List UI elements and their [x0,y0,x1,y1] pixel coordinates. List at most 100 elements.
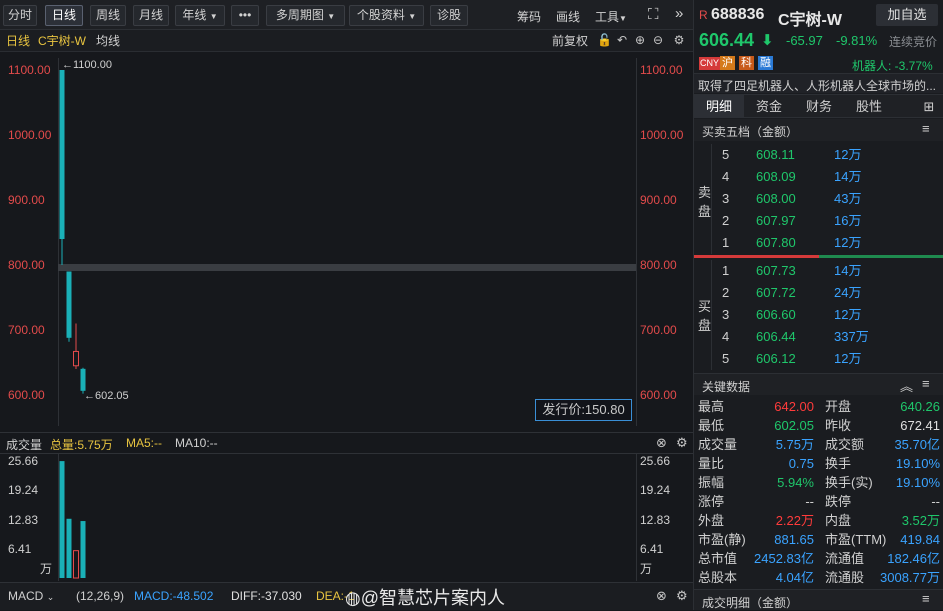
macd-params: (12,26,9) [76,589,125,603]
keydata-value: 602.05 [774,418,814,433]
sell-level: 2 [722,213,730,228]
tag-margin: 融 [758,56,773,70]
keydata-label: 成交额 [825,437,865,452]
keydata-value: 2452.83亿 [754,551,814,566]
price-pct: -9.81% [836,33,878,48]
tag-cny: CNY [699,57,721,70]
keydata-label: 总股本 [698,570,738,585]
menu-icon[interactable]: ≡ [922,376,930,391]
tab-finance[interactable]: 财务 [794,95,844,118]
keydata-header: 关键数据 ︽ ≡ [694,373,943,395]
macd-dropdown[interactable]: MACD ⌄ [8,589,54,603]
keydata-label: 涨停 [698,494,725,509]
sell-row[interactable]: 5 608.11 12万 [694,144,943,166]
sell-row[interactable]: 4 608.09 14万 [694,166,943,188]
buy-level: 4 [722,329,730,344]
y-tick-label: 900.00 [640,193,677,207]
keydata-value: 642.00 [774,399,814,414]
keydata-label: 振幅 [698,475,725,490]
watermark-text: @智慧芯片案内人 [360,588,505,608]
macd-diff: DIFF:-37.030 [231,589,302,603]
keydata-value: 35.70亿 [894,437,940,452]
weibo-icon: ◍ [345,588,361,608]
keydata-value: 3008.77万 [880,570,940,585]
menu-icon[interactable]: ≡ [922,591,930,606]
chevron-down-icon: ⌄ [46,592,55,602]
desc-bar[interactable]: 取得了四足机器人、人形机器人全球市场的... [694,73,943,93]
menu-icon[interactable]: ≡ [922,121,930,136]
y-tick-label: 700.00 [640,323,677,337]
volume-bar[interactable] [59,461,65,578]
volume-tick-label: 12.83 [640,512,671,527]
buy-level: 2 [722,285,730,300]
trade-detail-title: 成交明细（金额） [702,596,799,610]
keydata-value: 19.10% [895,456,940,471]
sell-price: 607.80 [756,235,796,250]
buy-volume: 12万 [834,307,862,322]
gear-icon[interactable]: ⚙ [676,588,688,604]
sector-change[interactable]: 机器人: -3.77% [852,57,933,74]
keydata-title: 关键数据 [702,380,751,394]
y-tick-label: 1100.00 [8,63,51,77]
current-price: 606.44 [699,30,755,50]
keydata-label: 量比 [698,456,725,471]
sell-row[interactable]: 2 607.97 16万 [694,210,943,232]
keydata-label: 内盘 [825,513,852,528]
buy-level: 1 [722,263,730,278]
keydata-label: 最高 [698,399,725,414]
sell-row[interactable]: 3 608.00 43万 [694,188,943,210]
volume-tick-label: 19.24 [640,483,671,498]
keydata-value: 0.75 [788,456,814,471]
y-tick-label: 1000.00 [8,128,52,142]
volume-bar[interactable] [66,518,72,578]
stock-code: 688836 [711,6,765,23]
down-arrow-icon: ⬇ [761,32,774,49]
volume-tick-label: 12.83 [8,512,39,527]
tab-detail[interactable]: 明细 [694,95,744,118]
y-tick-label: 800.00 [8,258,45,272]
sell-row[interactable]: 1 607.80 12万 [694,232,943,254]
macd-value: MACD:-48.502 [134,589,214,603]
buy-level: 3 [722,307,730,322]
add-watchlist-button[interactable]: 加自选 [876,4,938,26]
buy-row[interactable]: 1 607.73 14万 [694,260,943,282]
layout-icon[interactable]: ⊞ [919,95,939,118]
tag-shanghai: 沪 [720,56,735,70]
close-icon[interactable]: ⊗ [656,588,667,604]
sell-price: 608.09 [756,169,796,184]
buy-level: 5 [722,351,730,366]
keydata-label: 外盘 [698,513,725,528]
buy-row[interactable]: 3 606.60 12万 [694,304,943,326]
stock-description: 取得了四足机器人、人形机器人全球市场的... [698,79,937,93]
buy-price: 606.44 [756,329,796,344]
sell-volume: 16万 [834,213,862,228]
sell-level: 3 [722,191,730,206]
keydata-value: 672.41 [900,418,940,433]
sell-price: 608.11 [756,147,795,162]
weibo-watermark: ◍@智慧芯片案内人 [345,584,505,610]
buy-row[interactable]: 4 606.44 337万 [694,326,943,348]
keydata-value: -- [931,494,940,509]
keydata-value: 2.22万 [775,513,814,528]
volume-tick-label: 万 [640,562,653,576]
y-tick-label: 600.00 [8,388,45,402]
volume-chart[interactable] [0,0,693,582]
orderbook-title: 买卖五档（金额） [702,125,799,139]
collapse-icon[interactable]: ︽ [900,376,913,395]
sell-volume: 14万 [834,169,862,184]
buy-strength-bar [819,255,943,258]
buy-row[interactable]: 2 607.72 24万 [694,282,943,304]
market-prefix: R [699,8,708,22]
volume-bar[interactable] [80,521,86,578]
keydata-value: 4.04亿 [775,570,814,585]
buy-price: 606.60 [756,307,796,322]
buy-row[interactable]: 5 606.12 12万 [694,348,943,370]
orderbook-header: 买卖五档（金额） ≡ [694,119,943,141]
volume-bar[interactable] [73,550,79,579]
y-tick-label: 1100.00 [640,63,683,77]
volume-tick-label: 6.41 [640,541,664,556]
tab-funds[interactable]: 资金 [744,95,794,118]
stock-name: C宇树-W [778,12,842,29]
keydata-label: 成交量 [698,437,738,452]
tab-stock-nature[interactable]: 股性 [844,95,894,118]
